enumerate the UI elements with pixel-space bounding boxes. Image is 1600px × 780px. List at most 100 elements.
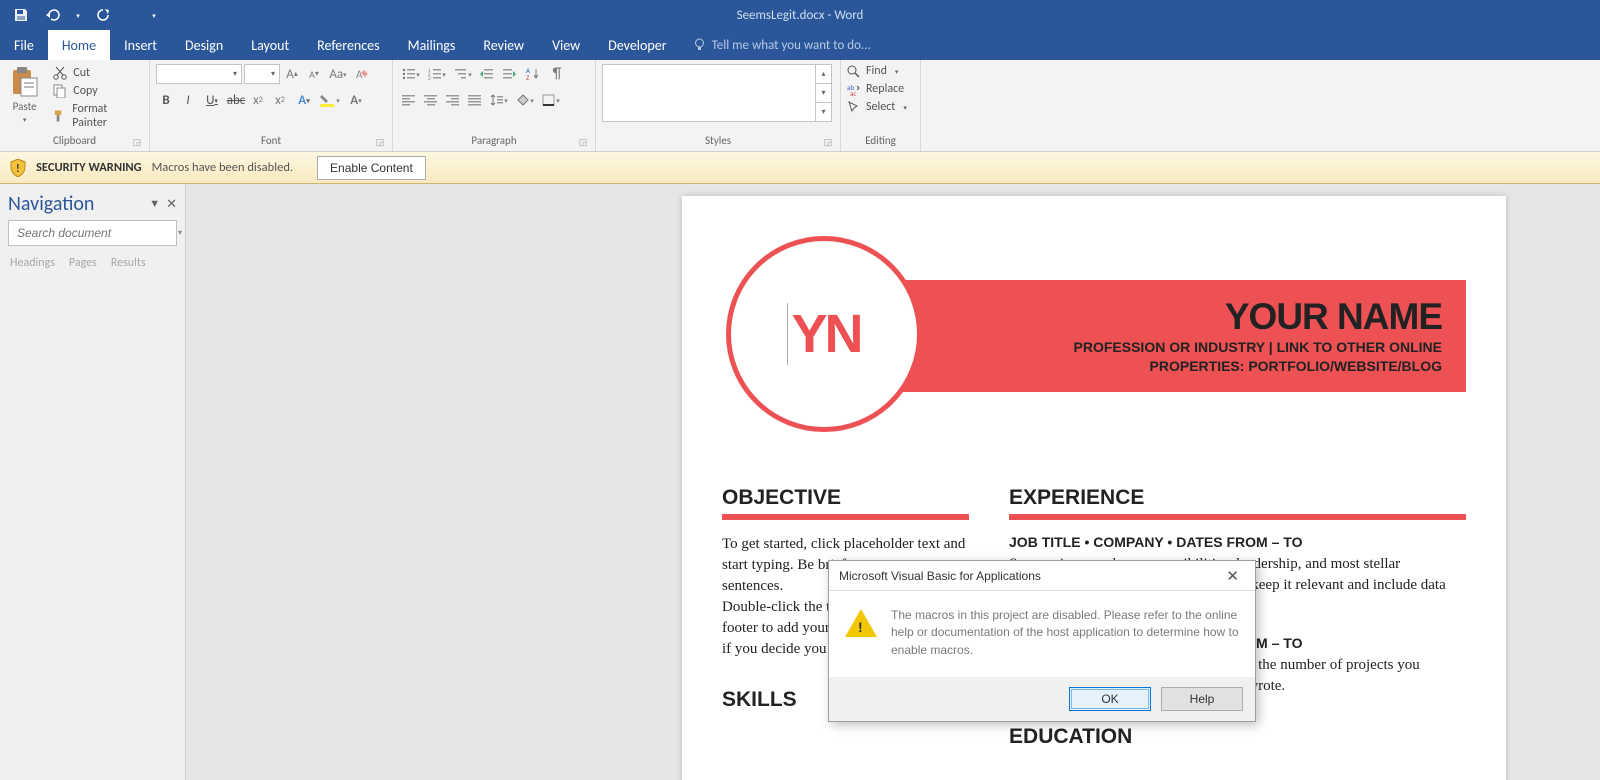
sort-icon: AZ	[526, 67, 540, 81]
find-button[interactable]: Find▾	[847, 64, 907, 78]
shrink-font-button[interactable]: A▾	[304, 64, 324, 84]
dialog-title-bar[interactable]: Microsoft Visual Basic for Applications …	[829, 561, 1255, 591]
change-case-button[interactable]: Aa▾	[326, 64, 350, 84]
security-warning-bar: ! SECURITY WARNING Macros have been disa…	[0, 152, 1600, 184]
tab-file[interactable]: File	[0, 30, 48, 60]
dialog-close-button[interactable]: ✕	[1220, 565, 1245, 587]
underline-button[interactable]: U▾	[200, 90, 224, 110]
sort-button[interactable]: AZ	[521, 64, 545, 84]
enable-content-button[interactable]: Enable Content	[317, 156, 426, 180]
align-right-button[interactable]	[443, 90, 463, 110]
ribbon-tabs: File Home Insert Design Layout Reference…	[0, 30, 1600, 60]
tab-home[interactable]: Home	[48, 30, 110, 60]
paste-button[interactable]: Paste ▾	[6, 64, 43, 124]
font-size-dropdown[interactable]: ▾	[244, 64, 280, 84]
tab-mailings[interactable]: Mailings	[394, 30, 470, 60]
svg-text:3: 3	[428, 76, 431, 80]
strikethrough-button[interactable]: abc	[226, 90, 246, 110]
tell-me-search[interactable]: Tell me what you want to do...	[681, 30, 871, 60]
tab-developer[interactable]: Developer	[594, 30, 680, 60]
warning-triangle-icon	[845, 609, 877, 637]
redo-button[interactable]	[92, 4, 114, 26]
styles-expand[interactable]: ▾	[816, 103, 831, 121]
tab-layout[interactable]: Layout	[237, 30, 303, 60]
tab-insert[interactable]: Insert	[110, 30, 171, 60]
paragraph-group-label: Paragraph ◲	[399, 134, 589, 149]
education-heading[interactable]: EDUCATION	[1009, 725, 1466, 753]
navigation-pane: Navigation ▼ ✕ ▾ Headings Pages Results	[0, 184, 186, 780]
styles-scroll-up[interactable]: ▴	[816, 65, 831, 84]
format-painter-button[interactable]: Format Painter	[49, 102, 143, 130]
navigation-title: Navigation ▼ ✕	[8, 190, 177, 220]
resume-initials-circle: YN	[726, 236, 922, 432]
font-launcher[interactable]: ◲	[374, 137, 386, 149]
font-color-button[interactable]: A▾	[344, 90, 368, 110]
resume-subtitle-1[interactable]: PROFESSION OR INDUSTRY | LINK TO OTHER O…	[926, 338, 1442, 357]
tab-references[interactable]: References	[303, 30, 393, 60]
align-right-icon	[446, 94, 460, 106]
tab-review[interactable]: Review	[469, 30, 538, 60]
save-button[interactable]	[10, 4, 32, 26]
decrease-indent-button[interactable]	[477, 64, 497, 84]
grow-font-button[interactable]: A▴	[282, 64, 302, 84]
navigation-search[interactable]: ▾	[8, 220, 177, 246]
line-spacing-button[interactable]: ▾	[487, 90, 511, 110]
increase-indent-button[interactable]	[499, 64, 519, 84]
align-left-button[interactable]	[399, 90, 419, 110]
nav-pane-close[interactable]: ✕	[166, 197, 177, 212]
cut-button[interactable]: Cut	[49, 66, 143, 80]
nav-tab-results[interactable]: Results	[111, 256, 146, 270]
superscript-button[interactable]: x2	[270, 90, 290, 110]
resume-initials[interactable]: YN	[787, 303, 860, 365]
styles-gallery[interactable]: ▴ ▾ ▾	[602, 64, 832, 122]
experience-heading[interactable]: EXPERIENCE	[1009, 486, 1466, 514]
shading-button[interactable]: ▾	[513, 90, 537, 110]
styles-scroll-down[interactable]: ▾	[816, 84, 831, 103]
tab-view[interactable]: View	[538, 30, 594, 60]
resume-subtitle-2[interactable]: PROPERTIES: PORTFOLIO/WEBSITE/BLOG	[926, 357, 1442, 376]
tab-design[interactable]: Design	[171, 30, 237, 60]
borders-button[interactable]: ▾	[539, 90, 563, 110]
objective-heading[interactable]: OBJECTIVE	[722, 486, 969, 514]
job1-title[interactable]: JOB TITLE • COMPANY • DATES FROM – TO	[1009, 534, 1466, 550]
highlight-button[interactable]: ▾	[318, 90, 342, 110]
select-button[interactable]: Select▾	[847, 100, 907, 114]
clipboard-group-label: Clipboard ◲	[6, 134, 143, 149]
styles-launcher[interactable]: ◲	[822, 137, 834, 149]
paragraph-launcher[interactable]: ◲	[577, 137, 589, 149]
justify-button[interactable]	[465, 90, 485, 110]
group-paragraph: ▾ 123▾ ▾ AZ ¶ ▾ ▾ ▾	[393, 60, 596, 151]
navigation-search-input[interactable]	[15, 225, 176, 241]
nav-tab-pages[interactable]: Pages	[69, 256, 97, 270]
text-effects-button[interactable]: A▾	[292, 90, 316, 110]
clear-formatting-button[interactable]: A	[352, 64, 372, 84]
bucket-icon	[516, 94, 530, 106]
outdent-icon	[480, 68, 494, 80]
customize-qat[interactable]: ▾	[144, 4, 164, 26]
show-marks-button[interactable]: ¶	[547, 64, 567, 84]
align-center-button[interactable]	[421, 90, 441, 110]
clipboard-launcher[interactable]: ◲	[131, 137, 143, 149]
paste-label: Paste	[13, 100, 37, 113]
resume-name[interactable]: YOUR NAME	[926, 296, 1442, 338]
undo-split[interactable]: ▾	[74, 4, 82, 26]
bullets-button[interactable]: ▾	[399, 64, 423, 84]
paintbrush-icon	[53, 109, 66, 123]
nav-pane-menu[interactable]: ▼	[149, 197, 160, 212]
subscript-button[interactable]: x2	[248, 90, 268, 110]
copy-button[interactable]: Copy	[49, 84, 143, 98]
format-painter-label: Format Painter	[72, 102, 139, 130]
undo-button[interactable]	[42, 4, 64, 26]
search-icon	[847, 65, 860, 78]
italic-button[interactable]: I	[178, 90, 198, 110]
dialog-help-button[interactable]: Help	[1161, 687, 1243, 711]
numbering-button[interactable]: 123▾	[425, 64, 449, 84]
font-group-label: Font ◲	[156, 134, 386, 149]
bold-button[interactable]: B	[156, 90, 176, 110]
main-area: Navigation ▼ ✕ ▾ Headings Pages Results …	[0, 184, 1600, 780]
dialog-ok-button[interactable]: OK	[1069, 687, 1151, 711]
font-name-dropdown[interactable]: ▾	[156, 64, 242, 84]
nav-tab-headings[interactable]: Headings	[10, 256, 55, 270]
replace-button[interactable]: abac Replace	[847, 82, 907, 96]
multilevel-list-button[interactable]: ▾	[451, 64, 475, 84]
